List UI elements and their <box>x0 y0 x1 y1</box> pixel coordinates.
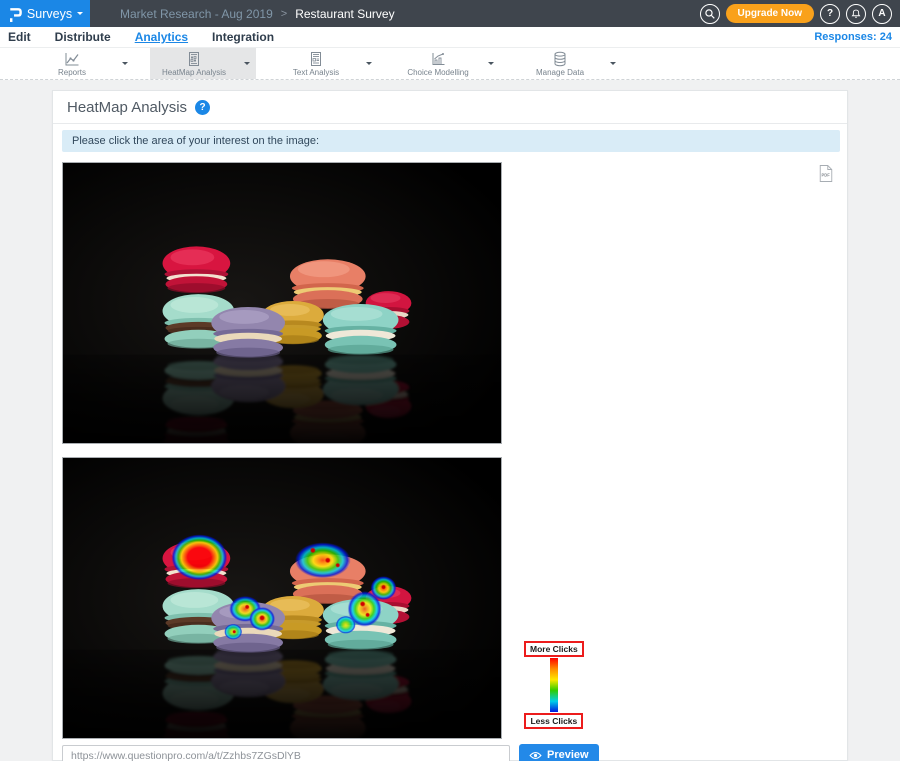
survey-menu-row: Edit Distribute Analytics Integration Re… <box>0 27 900 47</box>
export-pdf-button[interactable]: PDF <box>818 164 834 188</box>
share-url-row <box>62 745 510 761</box>
surveys-menu-button[interactable]: Surveys <box>0 0 90 27</box>
breadcrumb-current: Restaurant Survey <box>295 7 394 21</box>
notifications-button[interactable] <box>846 4 866 24</box>
choice-modelling-dropdown-caret[interactable] <box>482 59 500 68</box>
toolbar-choice-modelling[interactable]: Choice Modelling <box>394 48 500 79</box>
heatmap-document-icon <box>186 51 202 67</box>
text-document-icon <box>308 51 324 67</box>
legend-gradient-bar <box>550 658 558 712</box>
topbar-actions: Upgrade Now ? A <box>700 4 900 24</box>
menu-item-integration[interactable]: Integration <box>212 30 274 44</box>
surveys-menu-label: Surveys <box>27 7 72 21</box>
help-button[interactable]: ? <box>820 4 840 24</box>
panel-body: Please click the area of your interest o… <box>53 124 847 761</box>
preview-button[interactable]: Preview <box>519 744 599 761</box>
survey-image-original[interactable] <box>62 162 502 444</box>
analytics-toolbar: Reports HeatMap Analysis <box>0 47 900 80</box>
text-analysis-dropdown-caret[interactable] <box>360 59 378 68</box>
clicks-legend: More Clicks Less Clicks <box>524 641 584 729</box>
instruction-bar: Please click the area of your interest o… <box>62 130 840 152</box>
toolbar-manage-data[interactable]: Manage Data <box>516 48 622 79</box>
heatmap-dropdown-caret[interactable] <box>238 59 256 68</box>
svg-text:PDF: PDF <box>822 173 831 178</box>
search-button[interactable] <box>700 4 720 24</box>
more-clicks-label: More Clicks <box>524 641 584 657</box>
breadcrumb-parent[interactable]: Market Research - Aug 2019 <box>120 7 273 21</box>
toolbar-heatmap-analysis[interactable]: HeatMap Analysis <box>150 48 256 79</box>
eye-icon <box>529 751 542 760</box>
page-content: HeatMap Analysis ? Please click the area… <box>0 80 900 761</box>
reports-dropdown-caret[interactable] <box>116 59 134 68</box>
toolbar-text-analysis-label: Text Analysis <box>293 68 339 77</box>
share-url-input[interactable] <box>62 745 510 761</box>
avatar[interactable]: A <box>872 4 892 24</box>
bell-icon <box>850 8 862 20</box>
breadcrumb-separator: > <box>281 8 287 20</box>
menu-item-distribute[interactable]: Distribute <box>55 30 111 44</box>
panel-help-icon[interactable]: ? <box>195 100 210 115</box>
toolbar-heatmap-label: HeatMap Analysis <box>162 68 226 77</box>
survey-image-heatmap[interactable] <box>62 457 502 739</box>
right-column: PDF More Clicks Less Clicks Preview <box>510 162 840 761</box>
heatmap-panel: HeatMap Analysis ? Please click the area… <box>52 90 848 761</box>
responses-count[interactable]: Responses: 24 <box>814 31 892 43</box>
less-clicks-label: Less Clicks <box>524 713 583 729</box>
manage-data-dropdown-caret[interactable] <box>604 59 622 68</box>
toolbar-manage-data-label: Manage Data <box>536 68 584 77</box>
toolbar-reports[interactable]: Reports <box>28 48 134 79</box>
line-chart-icon <box>64 51 80 67</box>
images-column <box>62 162 510 761</box>
upgrade-now-button[interactable]: Upgrade Now <box>726 4 814 23</box>
preview-button-label: Preview <box>547 749 589 761</box>
chevron-down-icon <box>77 12 83 18</box>
topbar: Surveys Market Research - Aug 2019 > Res… <box>0 0 900 27</box>
breadcrumb: Market Research - Aug 2019 > Restaurant … <box>120 7 395 21</box>
macarons-photo <box>63 163 501 443</box>
toolbar-reports-label: Reports <box>58 68 86 77</box>
pdf-file-icon: PDF <box>818 164 834 183</box>
choice-chart-icon <box>430 51 446 67</box>
menu-item-analytics[interactable]: Analytics <box>135 30 188 44</box>
search-icon <box>704 8 716 20</box>
panel-header: HeatMap Analysis ? <box>53 91 847 124</box>
toolbar-text-analysis[interactable]: Text Analysis <box>272 48 378 79</box>
database-icon <box>552 51 568 67</box>
page-title: HeatMap Analysis <box>67 99 187 116</box>
questionpro-logo-icon <box>7 5 22 23</box>
toolbar-choice-modelling-label: Choice Modelling <box>407 68 468 77</box>
menu-item-edit[interactable]: Edit <box>8 30 31 44</box>
macarons-heatmap-photo <box>63 458 501 738</box>
